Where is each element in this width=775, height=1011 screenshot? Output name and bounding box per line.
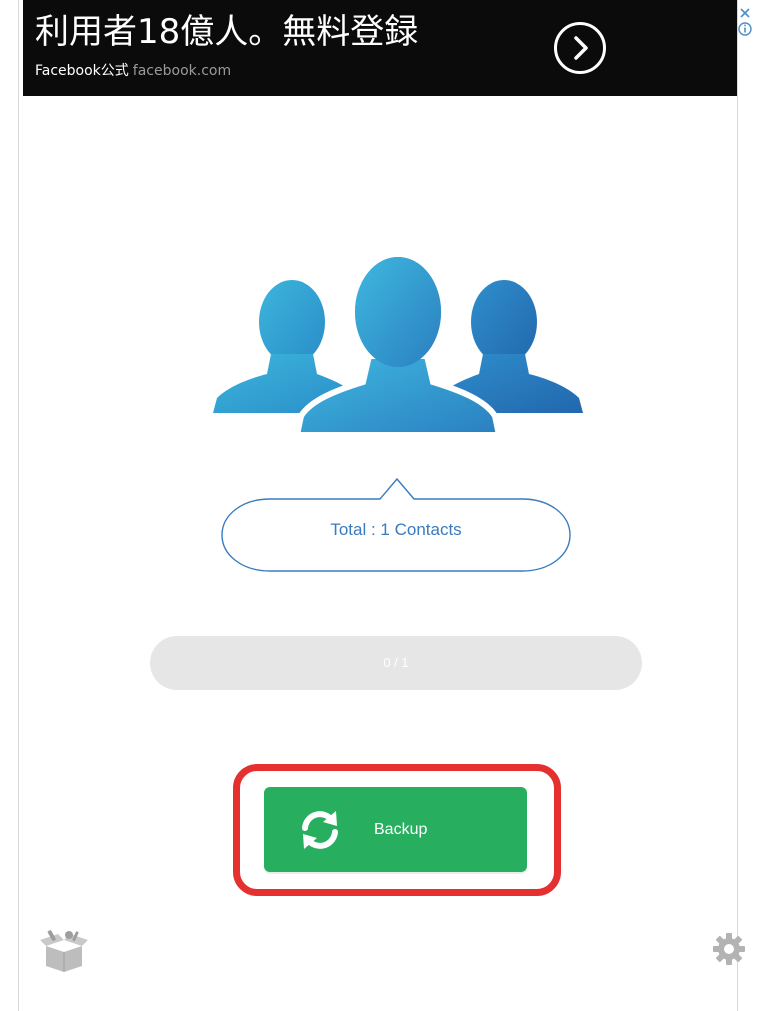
chevron-right-icon[interactable] xyxy=(554,22,606,74)
page-left-border xyxy=(18,0,19,1011)
backup-progress-bar: 0 / 1 xyxy=(150,636,642,690)
ad-source: Facebook公式 facebook.com xyxy=(35,62,231,80)
backup-button-label: Backup xyxy=(374,821,428,838)
info-icon[interactable] xyxy=(738,22,752,36)
ad-choices[interactable] xyxy=(738,6,752,38)
progress-text: 0 / 1 xyxy=(383,655,409,670)
ad-banner[interactable]: 利用者18億人。無料登録 Facebook公式 facebook.com xyxy=(19,0,737,96)
total-contacts-label: Total : 1 Contacts xyxy=(330,520,462,539)
close-icon[interactable] xyxy=(738,6,752,20)
box-tools-icon[interactable] xyxy=(40,930,88,972)
page-right-border xyxy=(737,0,738,1011)
ad-headline[interactable]: 利用者18億人。無料登録 xyxy=(35,12,418,52)
contacts-group-icon xyxy=(213,251,583,435)
ad-sponsor: Facebook公式 xyxy=(35,63,129,79)
sync-icon xyxy=(302,811,338,849)
gear-icon[interactable] xyxy=(712,932,746,966)
backup-button[interactable]: Backup xyxy=(264,787,527,872)
ad-accent-bar xyxy=(19,0,23,96)
ad-domain: facebook.com xyxy=(132,63,232,79)
